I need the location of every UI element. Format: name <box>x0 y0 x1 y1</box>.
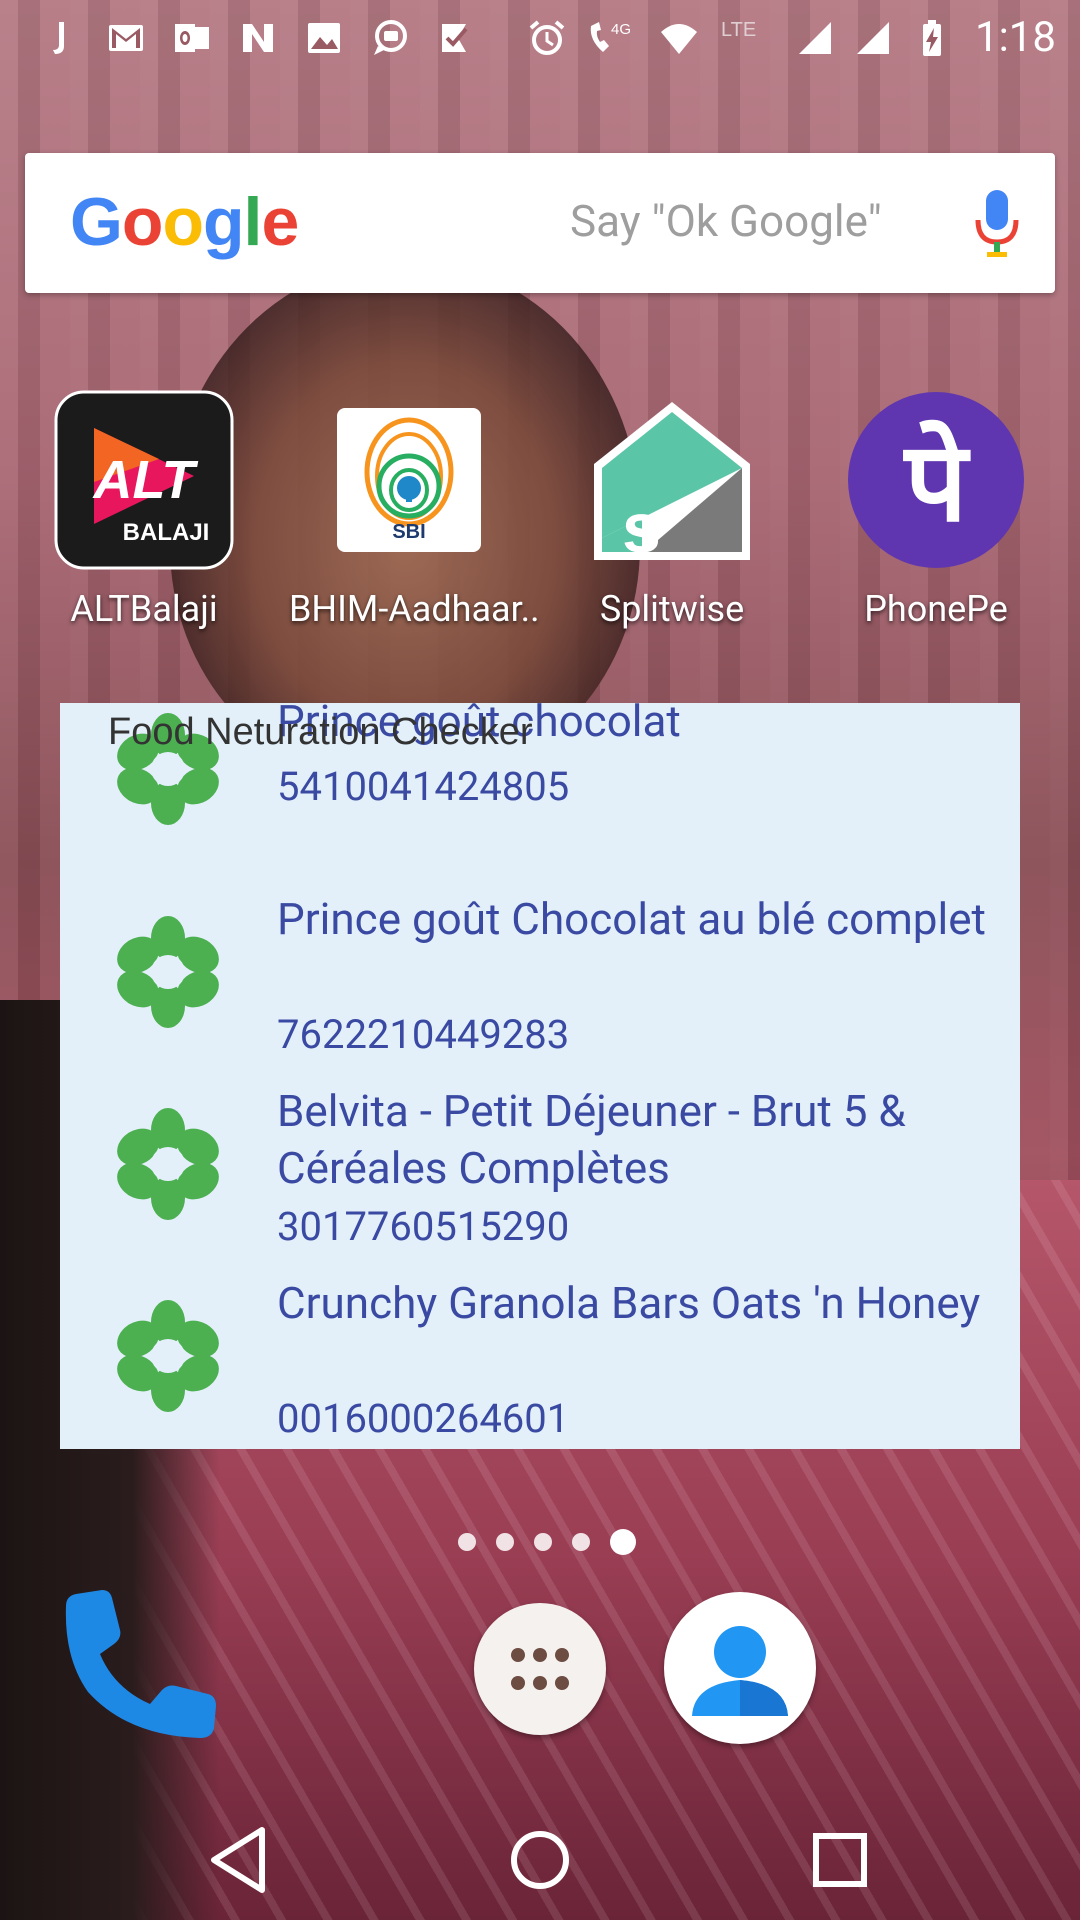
app-label: BHIM-Aadhaar.. <box>289 588 540 630</box>
wifi-call-icon: 4G <box>585 18 641 58</box>
app-phonepe[interactable]: पे PhonePe <box>816 390 1056 630</box>
back-icon[interactable] <box>202 1820 282 1900</box>
alarm-icon <box>527 18 567 58</box>
flower-icon <box>117 916 219 1028</box>
n-app-icon <box>238 18 278 58</box>
app-altbalaji[interactable]: ALT BALAJI ALTBalaji <box>24 390 264 630</box>
product-barcode: 7622210449283 <box>277 1011 570 1058</box>
battery-charging-icon <box>911 18 951 58</box>
app-bhim-aadhaar[interactable]: SBI BHIM-Aadhaar.. <box>289 390 540 630</box>
gallery-icon <box>304 18 344 58</box>
product-barcode: 3017760515290 <box>277 1203 570 1250</box>
page-indicator <box>458 1529 636 1555</box>
chat-icon <box>370 18 410 58</box>
bhim-aadhaar-icon: SBI <box>319 390 499 570</box>
svg-text:BALAJI: BALAJI <box>123 519 210 546</box>
product-name: Crunchy Granola Bars Oats 'n Honey <box>277 1277 981 1329</box>
svg-text:ALT: ALT <box>92 450 199 510</box>
app-splitwise[interactable]: s Splitwise <box>552 390 792 630</box>
svg-text:LTE: LTE <box>721 19 756 41</box>
lte-signal-icon: LTE <box>717 18 777 58</box>
recents-icon[interactable] <box>800 1820 880 1900</box>
svg-text:s: s <box>622 489 661 567</box>
mic-icon[interactable] <box>973 188 1021 262</box>
flower-icon <box>117 1108 219 1220</box>
product-name: Belvita - Petit Déjeuner - Brut 5 & Céré… <box>277 1085 906 1194</box>
page-dot[interactable] <box>458 1533 476 1551</box>
phone-icon[interactable] <box>58 1588 220 1740</box>
product-name: Prince goût Chocolat au blé complet <box>277 893 986 945</box>
svg-text:पे: पे <box>903 418 971 546</box>
navigation-bar <box>0 1800 1080 1920</box>
google-search-bar[interactable]: Google Say "Ok Google" <box>25 153 1055 293</box>
app-label: ALTBalaji <box>70 588 218 630</box>
page-dot[interactable] <box>496 1533 514 1551</box>
gmail-icon <box>106 18 146 58</box>
outlook-icon <box>172 18 212 58</box>
list-item[interactable]: Belvita - Petit Déjeuner - Brut 5 & Céré… <box>60 1078 1020 1268</box>
flower-icon <box>117 1300 219 1412</box>
home-icon[interactable] <box>500 1820 580 1900</box>
contacts-icon[interactable] <box>664 1592 816 1744</box>
widget-title: Food Neturation Checker <box>108 711 533 753</box>
page-dot[interactable] <box>534 1533 552 1551</box>
page-dot[interactable] <box>572 1533 590 1551</box>
app-label: PhonePe <box>864 588 1008 630</box>
wifi-icon <box>659 18 699 58</box>
svg-text:4G: 4G <box>611 21 631 38</box>
altbalaji-icon: ALT BALAJI <box>54 390 234 570</box>
svg-text:SBI: SBI <box>392 521 425 543</box>
food-checker-widget[interactable]: Food Neturation Checker Prince goût choc… <box>60 703 1020 1449</box>
signal-icon <box>795 18 835 58</box>
product-barcode: 5410041424805 <box>277 763 570 810</box>
status-bar: 4G LTE 1:18 <box>0 0 1080 75</box>
tasks-icon <box>436 18 476 58</box>
list-item[interactable]: Prince goût Chocolat au blé complet 7622… <box>60 886 1020 1076</box>
signal-icon <box>853 18 893 58</box>
search-hint: Say "Ok Google" <box>570 195 882 247</box>
product-barcode: 0016000264601 <box>277 1395 570 1442</box>
j-app-icon <box>40 18 80 58</box>
page-dot-active[interactable] <box>610 1529 636 1555</box>
splitwise-icon: s <box>582 390 762 570</box>
phonepe-icon: पे <box>846 390 1026 570</box>
app-drawer-icon[interactable] <box>474 1603 606 1735</box>
clock: 1:18 <box>975 13 1056 62</box>
list-item[interactable]: Crunchy Granola Bars Oats 'n Honey 00160… <box>60 1270 1020 1449</box>
google-logo: Google <box>70 184 299 260</box>
app-label: Splitwise <box>599 588 745 630</box>
